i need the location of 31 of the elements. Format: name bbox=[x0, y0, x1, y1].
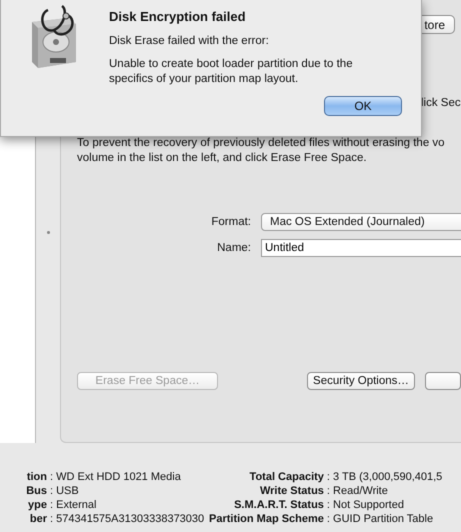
info-label: Total Capacity bbox=[250, 470, 324, 484]
dialog-title: Disk Encryption failed bbox=[109, 9, 247, 25]
info-value: : External bbox=[49, 498, 98, 512]
info-label: S.M.A.R.T. Status bbox=[234, 498, 324, 512]
dialog-message: Unable to create boot loader partition due to the specifics of your partition map layout. bbox=[109, 57, 354, 87]
instruction-text: To prevent the recovery of previously deleted files without erasing the vo bbox=[77, 136, 446, 151]
name-field[interactable]: Untitled bbox=[261, 239, 461, 257]
info-value: : Read/Write bbox=[326, 484, 389, 498]
info-label: Write Status bbox=[260, 484, 324, 498]
info-value: : WD Ext HDD 1021 Media bbox=[49, 470, 182, 484]
info-label: ber bbox=[30, 512, 47, 526]
info-label: Bus bbox=[26, 484, 47, 498]
info-label: ype bbox=[28, 498, 47, 512]
info-value: : 574341575A31303338373030 bbox=[49, 512, 206, 526]
ok-button[interactable]: OK bbox=[324, 96, 402, 116]
instruction-text: volume in the list on the left, and click Erase Free Space. bbox=[77, 151, 368, 166]
name-label: Name: bbox=[216, 242, 251, 254]
format-label: Format: bbox=[210, 216, 251, 228]
info-label: tion bbox=[26, 470, 47, 484]
info-label: Partition Map Scheme bbox=[209, 512, 324, 526]
push-button[interactable] bbox=[424, 372, 461, 390]
tab[interactable]: tore bbox=[420, 15, 455, 34]
info-value: : GUID Partition Table bbox=[326, 512, 434, 526]
format-popup[interactable]: Mac OS Extended (Journaled) bbox=[261, 213, 461, 231]
push-button[interactable]: Security Options… bbox=[307, 372, 415, 390]
info-value: : Not Supported bbox=[326, 498, 405, 512]
info-value: : 3 TB (3,000,590,401,5 bbox=[326, 470, 444, 484]
info-value: : USB bbox=[49, 484, 80, 498]
instruction-text: lick Sec bbox=[421, 96, 461, 110]
splitter-handle-icon[interactable] bbox=[47, 231, 50, 234]
dialog-message: Disk Erase failed with the error: bbox=[109, 34, 270, 49]
